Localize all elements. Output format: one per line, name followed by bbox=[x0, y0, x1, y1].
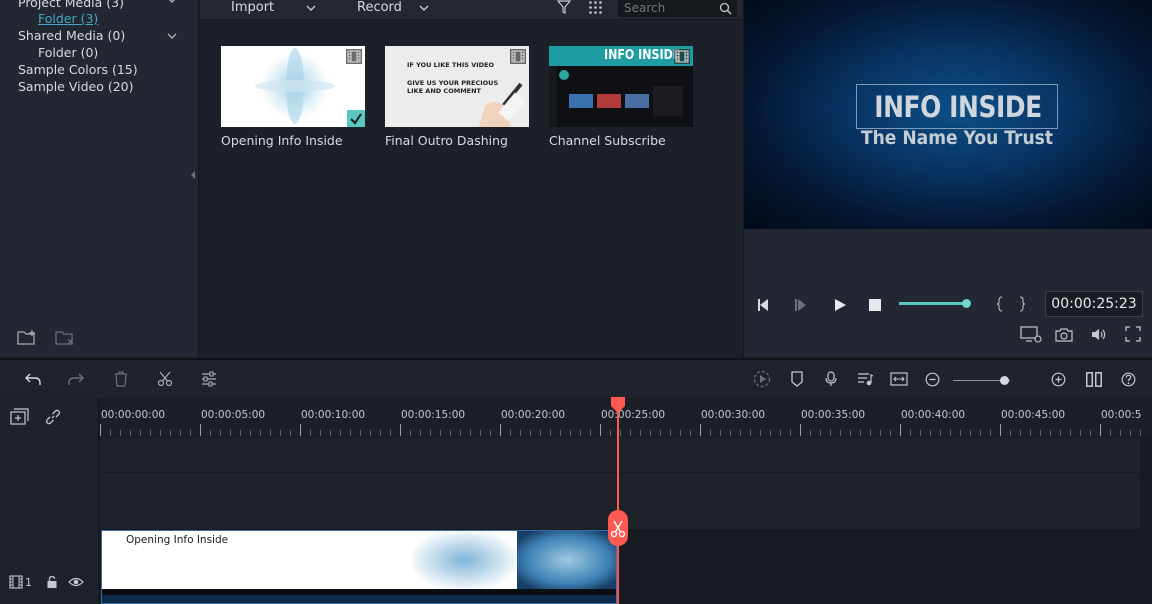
media-label-opening: Opening Info Inside bbox=[221, 133, 343, 148]
thumb-sidebar bbox=[653, 86, 683, 116]
timeline-zoom-handle[interactable] bbox=[1000, 376, 1009, 385]
adjust-settings-icon[interactable] bbox=[201, 371, 217, 387]
thumb-video-tile bbox=[597, 94, 621, 108]
playback-progress-handle[interactable] bbox=[962, 299, 971, 308]
ruler-labels: 00:00:00:00 00:00:05:00 00:00:10:00 00:00:1… bbox=[0, 398, 1152, 436]
snapshot-camera-icon[interactable] bbox=[1055, 327, 1073, 342]
tree-item-shared-media[interactable]: Shared Media (0) bbox=[18, 28, 125, 43]
media-toolbar: Import Record bbox=[200, 0, 742, 20]
ruler-tick-label: 00:00:30:00 bbox=[701, 409, 766, 421]
preview-panel: INFO INSIDE The Name You Trust 00:00:25:… bbox=[743, 0, 1152, 357]
tree-item-sample-video[interactable]: Sample Video (20) bbox=[18, 79, 134, 94]
delete-icon[interactable] bbox=[113, 371, 129, 387]
help-icon[interactable] bbox=[1121, 372, 1136, 387]
tree-item-shared-folder[interactable]: Folder (0) bbox=[38, 45, 98, 60]
playhead[interactable] bbox=[617, 398, 619, 604]
media-label-outro: Final Outro Dashing bbox=[385, 133, 508, 148]
media-thumbnail-outro[interactable]: IF YOU LIKE THIS VIDEO GIVE US YOUR PREC… bbox=[385, 46, 529, 127]
thumb-avatar bbox=[559, 70, 569, 80]
render-preview-icon[interactable] bbox=[752, 370, 772, 388]
scissors-icon[interactable] bbox=[608, 510, 628, 546]
previous-frame-icon[interactable] bbox=[756, 297, 772, 313]
tree-item-project-media[interactable]: Project Media (3) bbox=[18, 0, 124, 10]
timeline-area: 1 00:00:00:00 00:00:05:00 00:00:10:00 00:00… bbox=[0, 397, 1152, 604]
delete-folder-icon[interactable] bbox=[55, 329, 75, 347]
volume-icon[interactable] bbox=[1090, 327, 1108, 342]
video-type-icon bbox=[674, 49, 690, 64]
voiceover-mic-icon[interactable] bbox=[824, 371, 838, 387]
ruler-tick-label: 00:00:05:00 bbox=[201, 409, 266, 421]
eye-icon[interactable] bbox=[68, 576, 84, 588]
selected-check-icon bbox=[347, 110, 365, 127]
play-icon[interactable] bbox=[832, 297, 848, 313]
display-settings-icon[interactable] bbox=[1020, 326, 1042, 344]
ruler-tick-label: 00:00:15:00 bbox=[401, 409, 466, 421]
tree-item-project-folder[interactable]: Folder (3) bbox=[38, 11, 98, 26]
playback-progress-bar[interactable] bbox=[899, 302, 967, 305]
hand-drawing-icon bbox=[479, 82, 526, 127]
media-thumbnail-subscribe[interactable]: INFO INSIDE bbox=[549, 46, 693, 127]
preview-viewer: INFO INSIDE The Name You Trust bbox=[744, 0, 1152, 229]
preview-title-text: INFO INSIDE bbox=[874, 90, 1042, 124]
record-dropdown-icon[interactable] bbox=[418, 3, 430, 13]
thumb-banner-title: INFO INSIDE bbox=[604, 48, 681, 63]
preview-subtitle-text: The Name You Trust bbox=[860, 127, 1054, 149]
redo-icon[interactable] bbox=[67, 371, 85, 387]
grid-view-icon[interactable] bbox=[588, 0, 603, 15]
video-track-icon bbox=[9, 575, 23, 589]
media-library-panel: Project Media (3) Folder (3) Shared Medi… bbox=[0, 0, 199, 357]
lock-icon[interactable] bbox=[46, 575, 58, 589]
zoom-in-icon[interactable] bbox=[1051, 372, 1066, 387]
ruler-tick-label: 00:00:5 bbox=[1101, 409, 1142, 421]
clip-title: Opening Info Inside bbox=[126, 534, 229, 546]
ruler-tick-label: 00:00:40:00 bbox=[901, 409, 966, 421]
marker-icon[interactable] bbox=[790, 371, 804, 387]
media-thumbnail-opening[interactable] bbox=[221, 46, 365, 127]
ruler-tick-label: 00:00:10:00 bbox=[301, 409, 366, 421]
fit-timeline-icon[interactable] bbox=[890, 371, 908, 387]
video-type-icon bbox=[510, 49, 526, 64]
split-clip-button[interactable] bbox=[608, 510, 628, 546]
ruler-tick-label: 00:00:20:00 bbox=[501, 409, 566, 421]
collapse-panel-icon[interactable] bbox=[189, 170, 197, 180]
record-button[interactable]: Record bbox=[357, 0, 402, 15]
split-screen-icon[interactable] bbox=[1085, 371, 1103, 388]
import-button[interactable]: Import bbox=[231, 0, 274, 15]
fullscreen-icon[interactable] bbox=[1125, 326, 1141, 342]
chevron-down-icon[interactable] bbox=[166, 0, 178, 6]
thumb-left-rail bbox=[549, 66, 557, 127]
ruler-tick-label: 00:00:00:00 bbox=[101, 409, 166, 421]
preview-logo-frame: INFO INSIDE bbox=[856, 84, 1058, 129]
thumb-text-line: IF YOU LIKE THIS VIDEO bbox=[407, 61, 495, 69]
search-input[interactable] bbox=[624, 0, 716, 16]
search-field[interactable] bbox=[618, 0, 737, 17]
cut-icon[interactable] bbox=[157, 371, 173, 387]
mark-in-out-icon[interactable] bbox=[996, 296, 1026, 312]
video-type-icon bbox=[346, 49, 362, 64]
undo-icon[interactable] bbox=[24, 371, 42, 387]
timeline-lane[interactable] bbox=[100, 437, 1140, 472]
zoom-out-icon[interactable] bbox=[925, 372, 940, 387]
media-label-subscribe: Channel Subscribe bbox=[549, 133, 666, 148]
media-panel: Import Record Opening Info Inside bbox=[200, 0, 742, 357]
filter-icon[interactable] bbox=[557, 0, 571, 15]
stop-icon[interactable] bbox=[868, 298, 882, 312]
timeline-toolbar bbox=[0, 358, 1152, 398]
search-icon[interactable] bbox=[719, 2, 732, 15]
timeline-video-clip[interactable]: Opening Info Inside bbox=[101, 530, 617, 604]
audio-mixer-icon[interactable] bbox=[857, 371, 873, 387]
import-dropdown-icon[interactable] bbox=[305, 3, 317, 13]
thumb-video-tile bbox=[569, 94, 593, 108]
tree-item-sample-colors[interactable]: Sample Colors (15) bbox=[18, 62, 138, 77]
preview-timecode[interactable]: 00:00:25:23 bbox=[1045, 291, 1143, 317]
new-folder-icon[interactable] bbox=[17, 329, 37, 347]
thumb-video-tile bbox=[625, 94, 649, 108]
next-frame-icon[interactable] bbox=[793, 297, 809, 313]
playhead-handle[interactable] bbox=[610, 397, 626, 413]
ruler-tick-label: 00:00:35:00 bbox=[801, 409, 866, 421]
chevron-down-icon[interactable] bbox=[166, 30, 178, 42]
track-number: 1 bbox=[25, 576, 32, 589]
ruler-tick-label: 00:00:45:00 bbox=[1001, 409, 1066, 421]
